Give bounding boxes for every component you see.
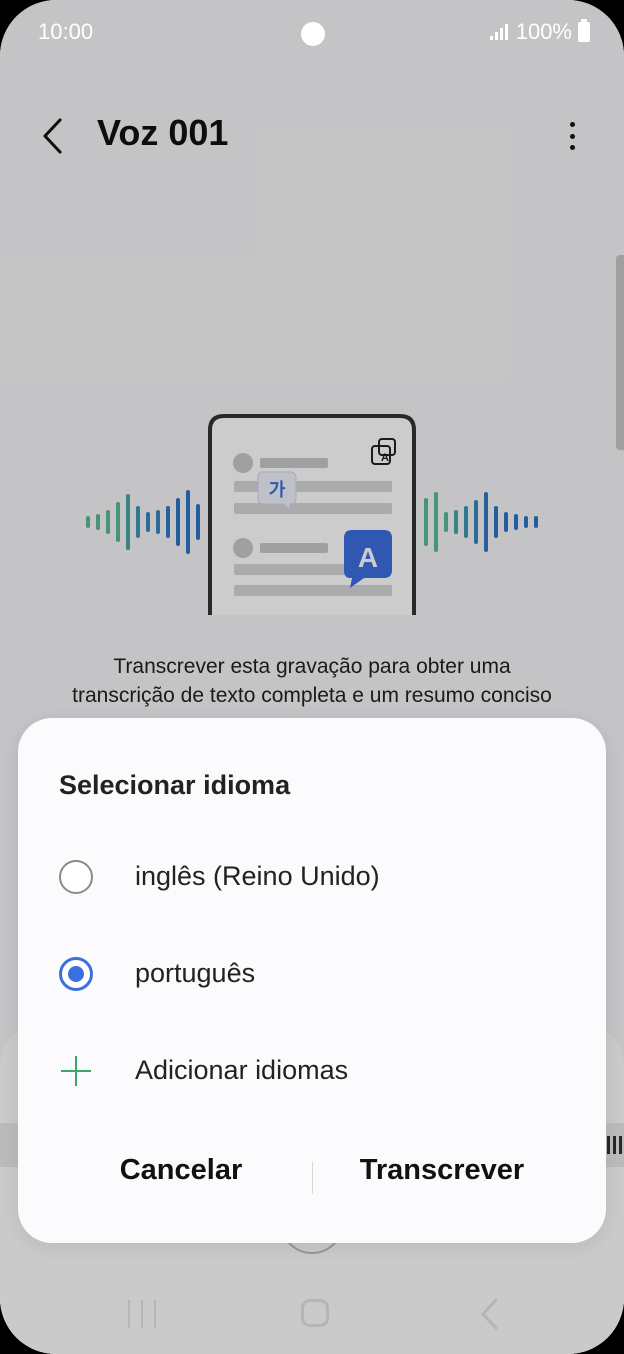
signal-icon [489,24,508,40]
radio-checked-icon[interactable] [59,957,93,991]
cancel-button[interactable]: Cancelar [71,1154,291,1187]
recents-icon[interactable] [128,1300,156,1328]
dialog-actions: Cancelar Transcrever [18,1140,606,1216]
radio-unchecked-icon[interactable] [59,860,93,894]
dialog-title: Selecionar idioma [59,770,291,800]
status-right: 100% [489,19,590,45]
status-bar: 10:00 100% [0,0,624,66]
language-option-english-uk[interactable]: inglês (Reino Unido) [18,832,606,922]
action-divider [312,1162,313,1194]
nav-back-icon[interactable] [478,1296,502,1332]
add-languages-label: Adicionar idiomas [135,1055,349,1085]
add-languages-button[interactable]: Adicionar idiomas [18,1026,606,1116]
select-language-dialog: Selecionar idioma inglês (Reino Unido) p… [18,718,606,1243]
language-option-label: inglês (Reino Unido) [135,861,380,891]
language-option-label: português [135,958,256,988]
navigation-bar [0,1270,624,1354]
home-icon[interactable] [301,1299,329,1327]
battery-percent: 100% [515,19,572,44]
transcribe-button[interactable]: Transcrever [332,1154,552,1187]
plus-icon [59,1054,93,1088]
phone-screen: Voz 001 가 A A Transcrever esta gravação … [0,0,624,1354]
camera-cutout [301,22,325,46]
language-option-portuguese[interactable]: português [18,929,606,1019]
battery-icon [578,19,590,42]
status-time: 10:00 [38,19,94,44]
